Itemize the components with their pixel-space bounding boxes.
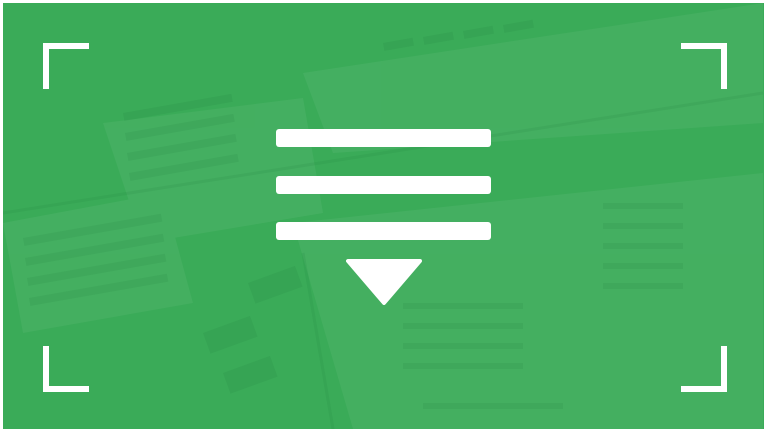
bottom-left-corner-mark bbox=[43, 346, 89, 392]
slide-canvas bbox=[3, 3, 764, 429]
slide-frame bbox=[0, 0, 768, 432]
top-right-corner-mark bbox=[681, 43, 727, 89]
bottom-right-corner-mark bbox=[681, 346, 727, 392]
icon-line-top bbox=[276, 129, 491, 147]
triangle-down-icon bbox=[346, 259, 422, 305]
sort-descending-icon bbox=[276, 129, 491, 305]
icon-line-middle bbox=[276, 176, 491, 194]
icon-line-bottom bbox=[276, 222, 491, 240]
top-left-corner-mark bbox=[43, 43, 89, 89]
